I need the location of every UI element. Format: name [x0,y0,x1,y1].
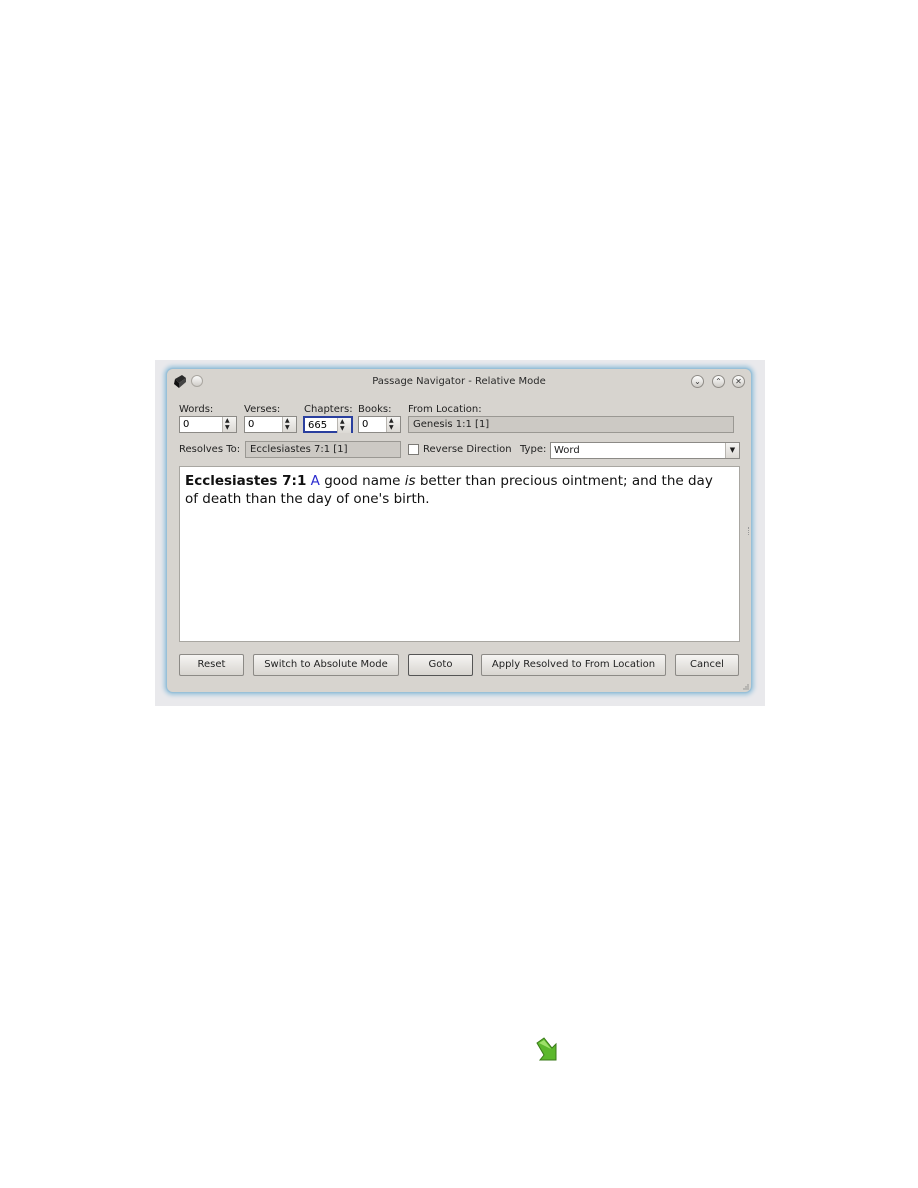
cancel-button[interactable]: Cancel [675,654,739,676]
minimize-icon[interactable]: ⌄ [691,375,704,388]
window-title: Passage Navigator - Relative Mode [372,376,546,387]
passage-reference: Ecclesiastes 7:1 [185,473,307,489]
maximize-icon[interactable]: ⌃ [712,375,725,388]
resolves-to-field[interactable]: Ecclesiastes 7:1 [1] [245,441,401,458]
chapters-spinbox[interactable]: 665 ▲ ▼ [303,416,353,433]
spin-arrows-icon[interactable]: ▲ ▼ [282,417,296,432]
apply-resolved-button[interactable]: Apply Resolved to From Location [481,654,666,676]
passage-text-view[interactable]: Ecclesiastes 7:1 A good name is better t… [179,466,740,642]
passage-navigator-dialog: Passage Navigator - Relative Mode ⌄ ⌃ ✕ … [167,369,751,692]
from-location-label: From Location: [408,404,482,415]
title-bar[interactable]: Passage Navigator - Relative Mode ⌄ ⌃ ✕ [167,369,751,395]
passage-text-part-a: good name [324,473,401,489]
words-spinbox[interactable]: 0 ▲ ▼ [179,416,237,433]
close-icon[interactable]: ✕ [732,375,745,388]
verses-value: 0 [248,419,255,430]
chevron-down-icon[interactable]: ▼ [725,443,739,458]
verses-spinbox[interactable]: 0 ▲ ▼ [244,416,297,433]
spin-arrows-icon[interactable]: ▲ ▼ [337,418,351,433]
books-label: Books: [358,404,392,415]
spin-arrows-icon[interactable]: ▲ ▼ [386,417,400,432]
passage-text: Ecclesiastes 7:1 A good name is better t… [185,472,730,508]
type-select[interactable]: Word ▼ [550,442,740,459]
books-spinbox[interactable]: 0 ▲ ▼ [358,416,401,433]
green-down-arrow-icon [536,1037,557,1061]
reverse-direction-label[interactable]: Reverse Direction [423,444,512,455]
from-location-field[interactable]: Genesis 1:1 [1] [408,416,734,433]
chapters-label: Chapters: [304,404,353,415]
type-selected-value: Word [554,445,580,456]
splitter-handle[interactable] [748,527,751,535]
passage-first-word[interactable]: A [311,473,320,489]
resize-grip-icon[interactable] [743,684,749,690]
reset-button[interactable]: Reset [179,654,244,676]
switch-to-absolute-mode-button[interactable]: Switch to Absolute Mode [253,654,399,676]
goto-button[interactable]: Goto [408,654,473,676]
chapters-value: 665 [308,420,328,431]
words-value: 0 [183,419,190,430]
books-value: 0 [362,419,369,430]
type-label: Type: [520,444,547,455]
verses-label: Verses: [244,404,281,415]
reverse-direction-checkbox[interactable] [408,444,419,455]
spin-arrows-icon[interactable]: ▲ ▼ [222,417,236,432]
passage-italic-word: is [404,473,416,489]
words-label: Words: [179,404,214,415]
resolves-to-label: Resolves To: [179,444,241,455]
